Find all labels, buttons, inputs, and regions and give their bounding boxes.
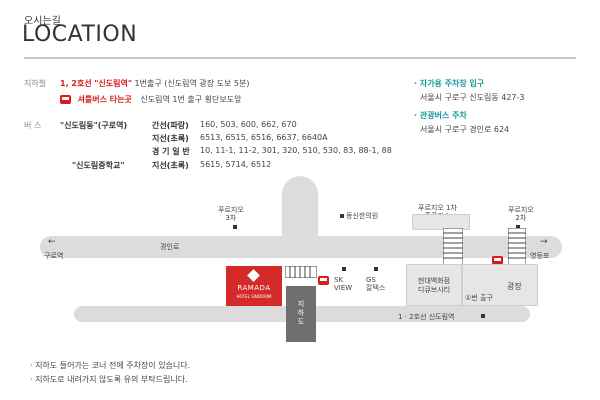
label-exit-1: ①번 출구 <box>465 294 493 302</box>
crosswalk <box>285 266 317 278</box>
building-plaza: 광장 ①번 출구 <box>462 264 538 306</box>
label-sk-view: SK VIEW <box>334 276 353 292</box>
label-clinic: 동신한의원 <box>346 212 379 220</box>
arrow-right-icon: → <box>540 237 548 247</box>
dest-yeongdeungpo: 영등포 <box>530 252 550 260</box>
ramada-logo-icon <box>247 269 260 282</box>
crosswalk <box>443 228 463 266</box>
note-underpass: · 지하도로 내려가지 않도록 유의 부탁드립니다. <box>30 375 188 384</box>
marker-square <box>233 225 237 229</box>
hotel-subname: HOTEL SINDORIM <box>236 294 272 299</box>
road-name-gyeongin: 경인로 <box>160 243 180 251</box>
location-map: ← 구로역 → 영등포 경인로 푸르지오 3차 동신한의원 푸르지오 1차 홈플… <box>0 0 600 400</box>
note-parking: · 지하도 들어가는 코너 전에 주차장이 있습니다. <box>30 361 191 370</box>
marker-square <box>481 314 485 318</box>
marker-square <box>342 267 346 271</box>
road-vertical <box>282 176 318 238</box>
label-gs-caltex: GS 칼텍스 <box>366 276 386 292</box>
underpass: 지 하 도 <box>286 286 316 342</box>
crosswalk <box>508 228 526 266</box>
marker-square <box>340 214 344 218</box>
hotel-name: RAMADA <box>237 284 271 292</box>
dest-guro: 구로역 <box>44 252 64 260</box>
label-plaza: 광장 <box>507 282 522 291</box>
label-hyundai: 현대백화점 디큐브시티 <box>417 277 451 294</box>
marker-square <box>374 267 378 271</box>
road-gyeongin <box>40 236 562 258</box>
arrow-left-icon: ← <box>48 237 56 247</box>
bus-icon <box>318 276 329 285</box>
hotel-ramada: RAMADA HOTEL SINDORIM <box>226 266 282 306</box>
label-purgio-2: 푸르지오 2차 <box>508 206 534 222</box>
building-hyundai: 현대백화점 디큐브시티 <box>406 264 462 306</box>
underpass-label: 지 하 도 <box>297 300 305 326</box>
label-station: 1 · 2호선 신도림역 <box>398 313 455 321</box>
label-purgio-3: 푸르지오 3차 <box>218 206 244 222</box>
